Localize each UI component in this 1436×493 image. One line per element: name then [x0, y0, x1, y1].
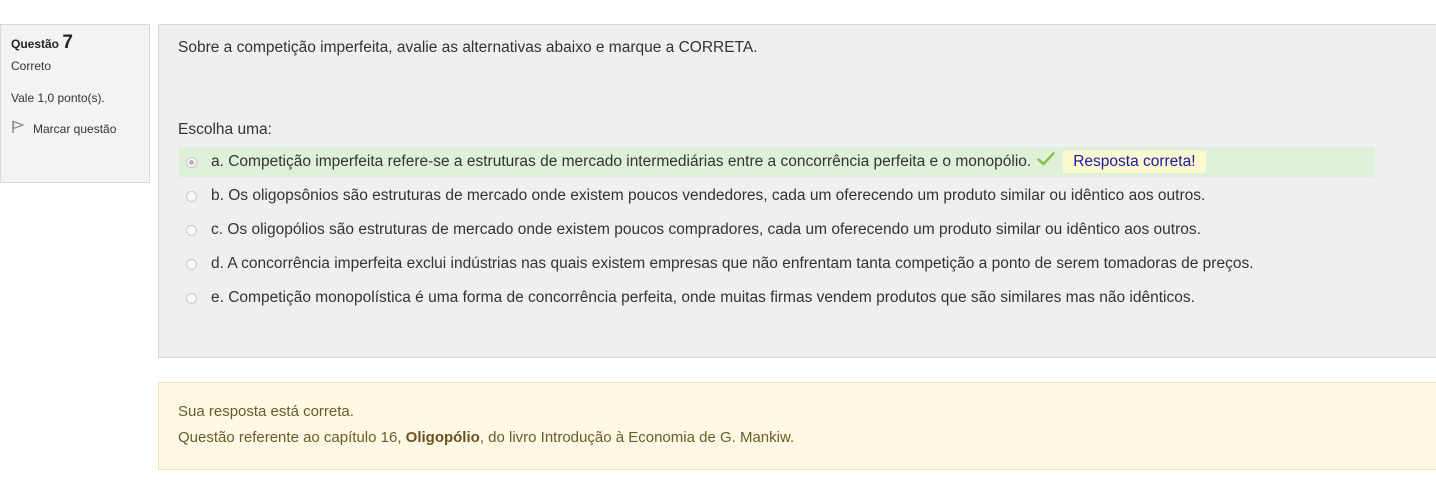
- general-feedback: Questão referente ao capítulo 16, Oligop…: [178, 429, 795, 446]
- correct-feedback-badge: Resposta correta!: [1063, 151, 1206, 174]
- answer-option-b[interactable]: b. Os oligopsônios são estruturas de mer…: [178, 181, 1418, 211]
- answer-option-e[interactable]: e. Competição monopolística é uma forma …: [178, 283, 1418, 313]
- question-number-value: 7: [62, 32, 73, 53]
- outcome-status: Sua resposta está correta.: [178, 403, 354, 420]
- flag-question-link[interactable]: Marcar questão: [11, 120, 139, 138]
- question-formulation: Sobre a competição imperfeita, avalie as…: [158, 24, 1436, 358]
- question-grade: Vale 1,0 ponto(s).: [11, 91, 105, 105]
- radio-option-d[interactable]: [186, 259, 197, 271]
- answer-option-c[interactable]: c. Os oligopólios são estruturas de merc…: [178, 215, 1418, 245]
- question-label: Questão: [11, 37, 60, 51]
- question-info-panel: Questão 7 Correto Vale 1,0 ponto(s). Mar…: [0, 24, 150, 183]
- question-state: Correto: [11, 59, 52, 73]
- question-number: Questão 7: [11, 33, 139, 54]
- question-text: Sobre a competição imperfeita, avalie as…: [178, 39, 758, 56]
- radio-option-e[interactable]: [186, 293, 197, 305]
- flag-icon: [11, 120, 33, 138]
- option-b-text: b. Os oligopsônios são estruturas de mer…: [211, 187, 1206, 205]
- answer-prompt: Escolha uma:: [178, 121, 272, 138]
- option-d-text: d. A concorrência imperfeita exclui indú…: [211, 255, 1254, 273]
- radio-option-b[interactable]: [186, 191, 197, 203]
- outcome-feedback: Sua resposta está correta. Questão refer…: [158, 382, 1436, 470]
- flag-question-label: Marcar questão: [33, 122, 117, 136]
- answer-options: a. Competição imperfeita refere-se a est…: [178, 147, 1418, 317]
- answer-option-d[interactable]: d. A concorrência imperfeita exclui indú…: [178, 249, 1418, 279]
- option-c-text: c. Os oligopólios são estruturas de merc…: [211, 221, 1201, 239]
- chapter-title: Oligopólio: [405, 429, 480, 446]
- option-a-text: a. Competição imperfeita refere-se a est…: [211, 151, 1375, 174]
- radio-option-a[interactable]: [186, 157, 197, 168]
- answer-option-a[interactable]: a. Competição imperfeita refere-se a est…: [178, 147, 1375, 178]
- radio-option-c[interactable]: [186, 225, 197, 237]
- option-e-text: e. Competição monopolística é uma forma …: [211, 289, 1195, 307]
- check-icon: [1037, 151, 1056, 173]
